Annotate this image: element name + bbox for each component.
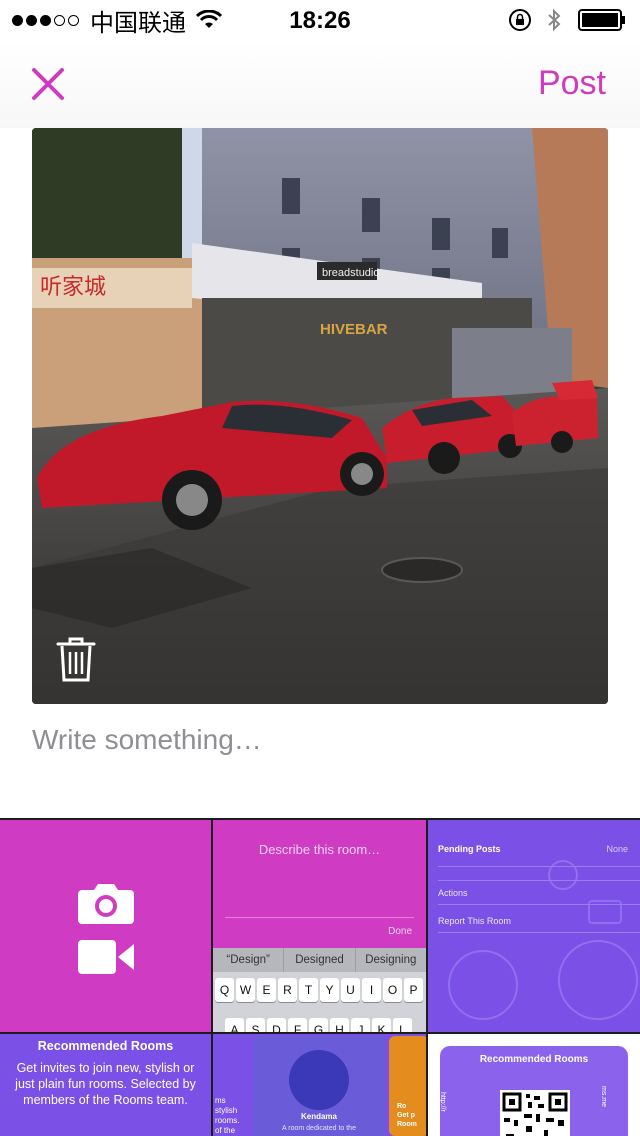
pending-posts-label: Pending Posts — [438, 844, 501, 854]
qr-url-right: ms.me — [600, 1086, 607, 1107]
keyboard-preview: Q W E R T Y U I O P A S D F G H J K L — [213, 972, 426, 1032]
thumbnail-recommended-rooms[interactable]: Recommended Rooms Get invites to join ne… — [0, 1034, 211, 1136]
thumbnail-room-settings[interactable]: Pending Posts None Actions Report This R… — [428, 820, 640, 1032]
attached-photo: 听家城 breadstudio HIVEBAR — [32, 128, 608, 704]
qr-room-card: Recommended Rooms http://r ms.me — [439, 1046, 628, 1136]
camera-icon[interactable] — [78, 882, 134, 924]
doodle-circle — [548, 860, 578, 890]
thumbnail-describe-room[interactable]: Describe this room… Done “Design” Design… — [213, 820, 426, 1032]
nav-bar: Post — [0, 40, 640, 128]
autocomplete-bar: “Design” Designed Designing — [213, 948, 426, 972]
key: G — [309, 1018, 328, 1032]
video-icon[interactable] — [78, 940, 134, 974]
keyboard-row-2: A S D F G H J K L — [225, 1018, 414, 1032]
keyboard-row-1: Q W E R T Y U I O P — [215, 978, 425, 1002]
doodle-wheel — [558, 940, 638, 1020]
key: U — [341, 978, 360, 1002]
qr-card-title: Recommended Rooms — [479, 1054, 589, 1065]
kendama-room-card: Kendama A room dedicated to the — [253, 1036, 385, 1136]
kendama-ball — [289, 1050, 349, 1110]
qr-code-icon — [500, 1090, 570, 1136]
qr-url-left: http://r — [439, 1092, 446, 1112]
recommended-body: Get invites to join new, stylish or just… — [15, 1061, 196, 1107]
doodle-wheel — [448, 950, 518, 1020]
report-room-label: Report This Room — [438, 916, 511, 926]
suggestion: “Design” — [213, 948, 285, 972]
key: J — [351, 1018, 370, 1032]
next-room-card: Ro Get p Room — [389, 1036, 426, 1136]
photo-street-scene: 听家城 breadstudio HIVEBAR — [32, 128, 608, 704]
divider — [438, 904, 640, 905]
bluetooth-icon — [548, 8, 561, 32]
card-fragment-text: Ro Get p Room — [397, 1103, 417, 1128]
recommended-title: Recommended Rooms — [37, 1039, 174, 1053]
thumbnail-room-cards[interactable]: ms stylish rooms. of the Kendama A room … — [213, 1034, 426, 1136]
describe-prompt: Describe this room… — [258, 842, 381, 857]
key: F — [288, 1018, 307, 1032]
key: E — [257, 978, 276, 1002]
kendama-description: A room dedicated to the — [282, 1125, 356, 1132]
divider — [438, 880, 640, 881]
rotation-lock-icon — [509, 9, 531, 31]
status-bar: 中国联通 18:26 — [0, 0, 640, 40]
compose-input[interactable] — [32, 716, 608, 764]
kendama-title: Kendama — [300, 1112, 337, 1121]
actions-label: Actions — [438, 888, 468, 898]
key: T — [299, 978, 318, 1002]
bakery-sign: breadstudio — [322, 267, 380, 279]
key: H — [330, 1018, 349, 1032]
key: K — [372, 1018, 391, 1032]
key: W — [236, 978, 255, 1002]
key: O — [383, 978, 402, 1002]
thumbnail-qr-card[interactable]: Recommended Rooms http://r ms.me — [428, 1034, 640, 1136]
divider — [438, 932, 640, 933]
media-picker-grid: Describe this room… Done “Design” Design… — [0, 818, 640, 1136]
card-fragment-text: ms stylish rooms. of the — [215, 1096, 240, 1135]
status-right — [508, 8, 626, 32]
bar-sign: HIVEBAR — [320, 321, 388, 338]
key: Y — [320, 978, 339, 1002]
done-label: Done — [388, 926, 412, 937]
battery-icon — [578, 9, 625, 31]
key: L — [393, 1018, 412, 1032]
divider — [225, 917, 414, 918]
divider — [438, 866, 640, 867]
post-button[interactable]: Post — [538, 64, 606, 103]
key: P — [404, 978, 423, 1002]
close-icon[interactable] — [28, 64, 68, 104]
key: D — [267, 1018, 286, 1032]
trash-icon[interactable] — [56, 636, 96, 682]
key: I — [362, 978, 381, 1002]
key: Q — [215, 978, 234, 1002]
suggestion: Designing — [365, 954, 417, 966]
key: A — [225, 1018, 244, 1032]
pending-posts-value: None — [606, 844, 628, 854]
key: S — [246, 1018, 265, 1032]
shop-sign-chinese: 听家城 — [40, 275, 106, 300]
capture-media-tile[interactable] — [0, 820, 211, 1032]
key: R — [278, 978, 297, 1002]
suggestion: Designed — [284, 948, 356, 972]
